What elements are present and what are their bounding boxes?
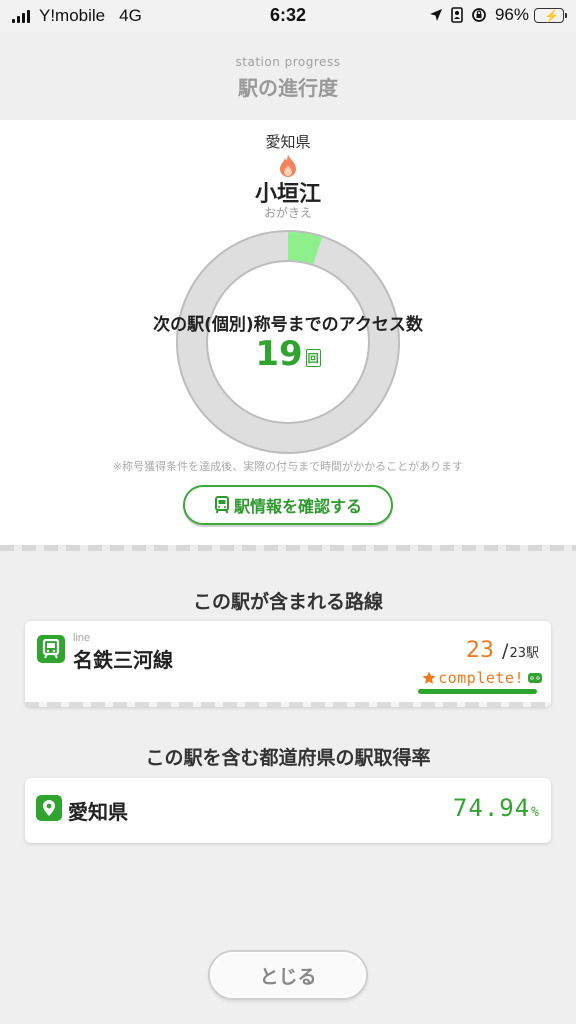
map-pin-icon	[36, 795, 62, 821]
complete-badge: complete!	[422, 669, 543, 687]
star-icon	[422, 671, 436, 684]
access-count: 19 回	[0, 334, 576, 374]
close-button-label: とじる	[259, 965, 317, 988]
card-dash-strip	[25, 702, 551, 707]
access-count-value: 19	[255, 334, 303, 374]
access-count-unit: 回	[305, 349, 321, 367]
page-title: 駅の進行度	[238, 76, 338, 100]
line-card[interactable]: line 名鉄三河線 23 / 23駅 complete!	[25, 621, 551, 707]
line-progress-bar	[418, 689, 537, 694]
station-info-button[interactable]: 駅情報を確認する	[183, 485, 393, 525]
station-kana: おがきえ	[263, 206, 312, 220]
prefecture-name: 愛知県	[68, 800, 128, 824]
battery-charging-icon: ⚡	[534, 7, 567, 23]
train-icon	[214, 496, 229, 514]
line-tag: line	[73, 632, 91, 644]
prefecture-rate-value: 74.94	[452, 794, 531, 822]
line-station-count: 23 / 23駅	[466, 638, 539, 663]
prefecture-rate-unit: %	[531, 805, 539, 820]
close-button[interactable]: とじる	[208, 950, 368, 1000]
status-bar: Y!mobile 4G 6:32 96% ⚡	[0, 0, 576, 32]
station-prefecture: 愛知県	[265, 133, 311, 151]
station-progress-card: 愛知県 小垣江 おがきえ 次の駅(個別)称号までのアクセス数 19 回 ※称号獲得…	[0, 120, 576, 548]
rotation-lock-icon	[472, 8, 486, 22]
battery-percent: 96%	[494, 5, 529, 24]
status-bar-right: 96% ⚡	[429, 5, 567, 25]
station-info-button-label: 駅情報を確認する	[233, 497, 362, 516]
mascot-train-icon	[528, 673, 542, 683]
location-arrow-icon	[429, 9, 442, 21]
portrait-lock-icon	[451, 7, 463, 23]
title-award-note: ※称号獲得条件を達成後、実際の付与まで時間がかかることがあります	[112, 460, 464, 473]
prefecture-card[interactable]: 愛知県 74.94%	[25, 778, 551, 843]
lines-section-title: この駅が含まれる路線	[192, 591, 383, 613]
access-count-label: 次の駅(個別)称号までのアクセス数	[153, 315, 423, 335]
section-divider	[0, 545, 576, 551]
line-name: 名鉄三河線	[73, 648, 173, 672]
prefecture-section-title: この駅を含む都道府県の駅取得率	[145, 747, 431, 769]
header-subtitle: station progress	[235, 55, 341, 69]
line-total-count: 23駅	[509, 646, 539, 661]
train-icon	[37, 635, 65, 663]
prefecture-rate: 74.94%	[453, 794, 539, 822]
page-header: station progress 駅の進行度	[0, 32, 576, 120]
line-acquired-count: 23	[466, 638, 495, 663]
line-count-slash: /	[502, 640, 509, 662]
complete-label: complete!	[438, 669, 524, 687]
